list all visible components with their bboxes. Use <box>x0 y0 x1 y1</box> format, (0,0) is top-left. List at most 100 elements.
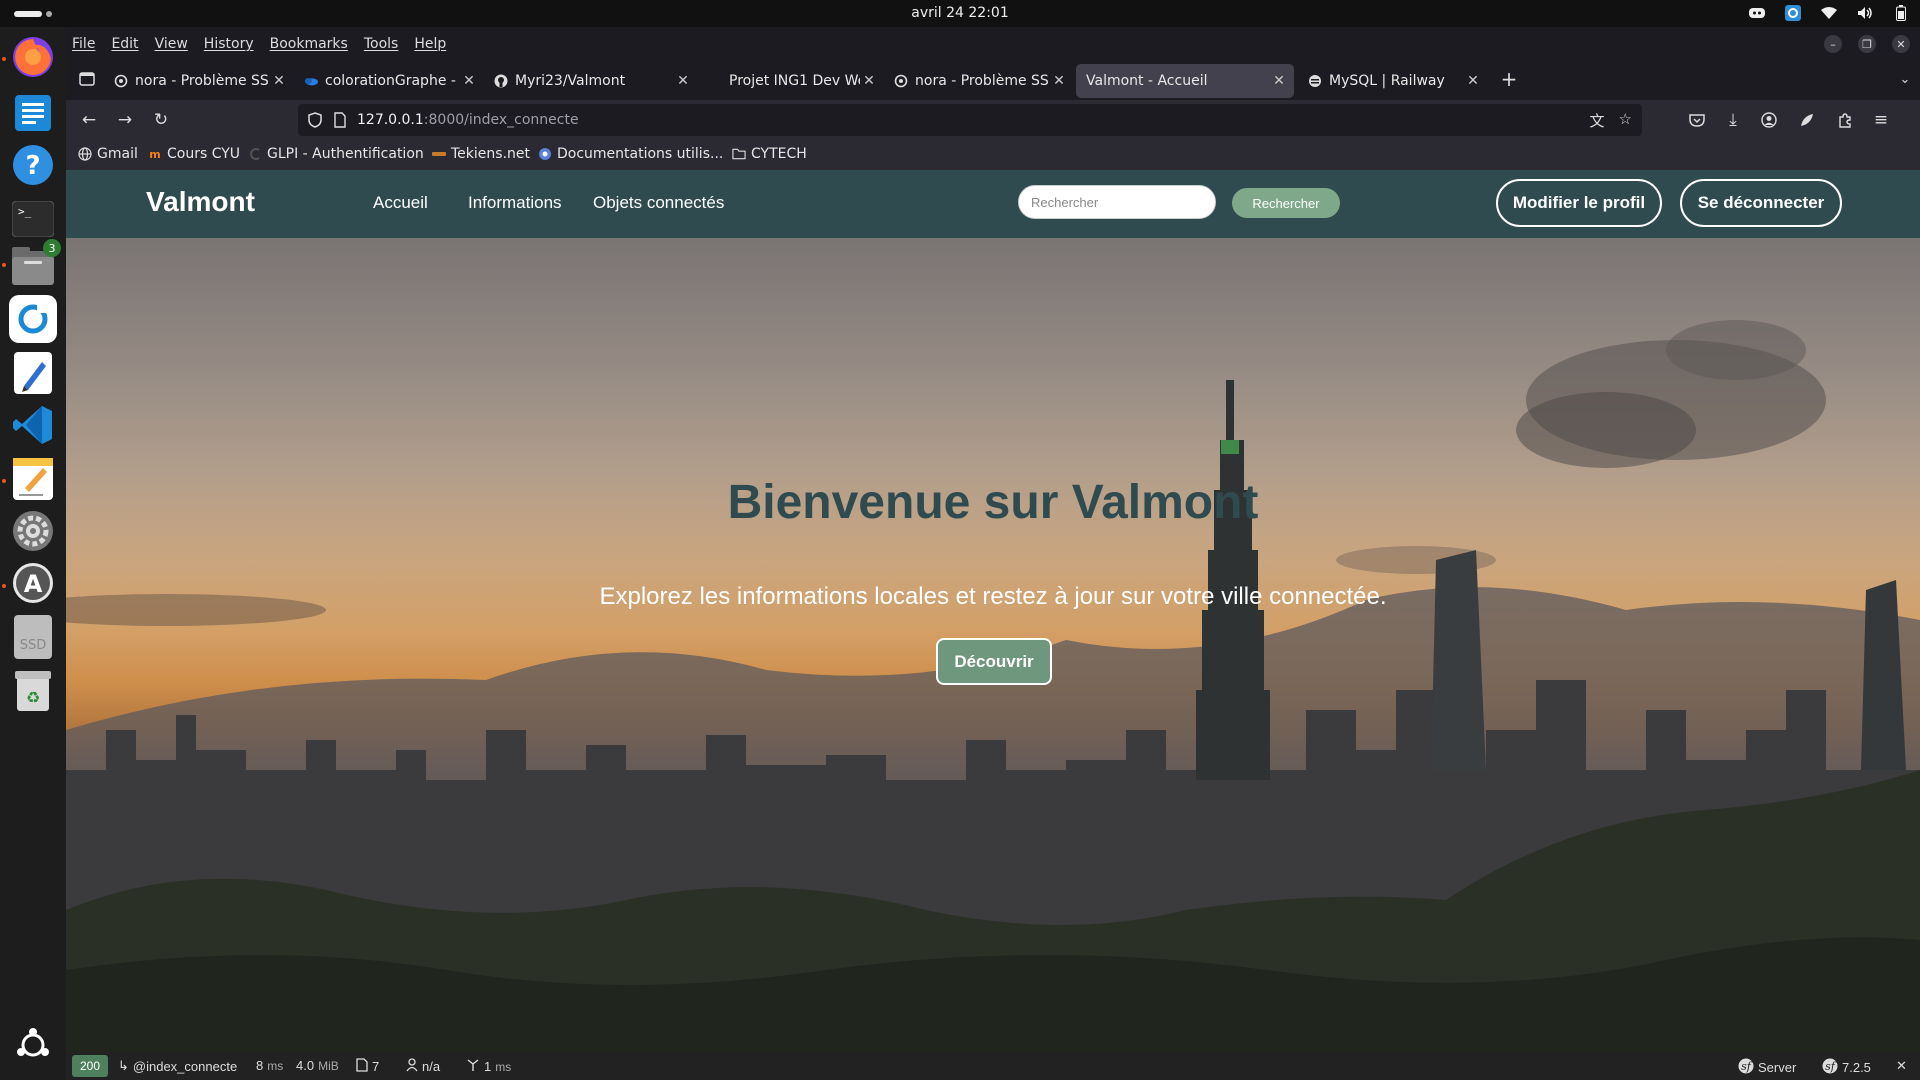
menu-bar: File Edit View History Bookmarks Tools H… <box>66 27 1920 60</box>
running-indicator <box>2 479 6 483</box>
translate-icon[interactable]: 文 <box>1590 110 1605 131</box>
menu-edit[interactable]: Edit <box>111 36 138 52</box>
system-tray[interactable] <box>1748 4 1910 22</box>
trash-icon[interactable]: ♻ <box>9 667 57 715</box>
site-navbar: Valmont Accueil Informations Objets conn… <box>66 170 1920 238</box>
pocket-icon[interactable] <box>1686 109 1708 131</box>
terminal-icon[interactable]: >_ <box>9 195 57 243</box>
sync-tray-icon[interactable] <box>1784 4 1802 22</box>
tab[interactable]: Projet ING1 Dev Web_v4. ✕ <box>698 64 884 98</box>
bookmark-cytech-folder[interactable]: CYTECH <box>732 146 807 162</box>
url-bar[interactable]: 127.0.0.1:8000/index_connecte 文 ☆ <box>298 104 1642 136</box>
app-menu-icon[interactable]: ≡ <box>1870 109 1892 131</box>
help-icon[interactable]: ? <box>9 141 57 189</box>
url-text[interactable]: 127.0.0.1:8000/index_connecte <box>357 112 579 128</box>
tab-active[interactable]: Valmont - Accueil ✕ <box>1076 64 1294 98</box>
bookmark-tekiens[interactable]: Tekiens.net <box>432 146 530 162</box>
firefox-icon[interactable] <box>9 33 57 81</box>
menu-file[interactable]: File <box>72 36 95 52</box>
nav-link-informations[interactable]: Informations <box>468 193 562 213</box>
hero-title: Bienvenue sur Valmont <box>727 476 1259 529</box>
menu-view[interactable]: View <box>155 36 188 52</box>
notes-icon[interactable] <box>9 455 57 503</box>
site-brand[interactable]: Valmont <box>146 186 255 218</box>
discord-icon[interactable] <box>1748 4 1766 22</box>
close-tab-icon[interactable]: ✕ <box>674 73 692 89</box>
page-info-icon[interactable] <box>334 112 346 132</box>
close-tab-icon[interactable]: ✕ <box>1464 73 1482 89</box>
ssd-icon[interactable]: SSD <box>9 613 57 661</box>
bookmark-cours-cyu[interactable]: m Cours CYU <box>148 146 240 162</box>
moodle-icon: m <box>149 147 161 161</box>
downloads-icon[interactable]: ⤓ <box>1722 109 1744 131</box>
search-button[interactable]: Rechercher <box>1232 188 1340 218</box>
forms-panel[interactable]: 7 <box>356 1058 379 1075</box>
security-panel[interactable]: n/a <box>406 1058 440 1075</box>
search-input[interactable] <box>1018 185 1216 219</box>
logout-button[interactable]: Se déconnecter <box>1680 179 1842 227</box>
account-icon[interactable] <box>1758 109 1780 131</box>
close-tab-icon[interactable]: ✕ <box>270 73 288 89</box>
bookmark-documentations[interactable]: Documentations utilis... <box>538 146 723 162</box>
svg-text:>_: >_ <box>18 205 32 218</box>
menu-bookmarks[interactable]: Bookmarks <box>270 36 348 52</box>
battery-icon[interactable] <box>1892 4 1910 22</box>
route-panel[interactable]: ↳ @index_connecte <box>118 1058 237 1074</box>
close-tab-icon[interactable]: ✕ <box>860 73 878 89</box>
bookmark-glpi[interactable]: GLPI - Authentification <box>248 146 424 162</box>
settings-icon[interactable] <box>9 507 57 555</box>
nav-link-objets-connectes[interactable]: Objets connectés <box>593 193 724 213</box>
bookmark-gmail[interactable]: Gmail <box>78 146 138 162</box>
tab[interactable]: nora - Problème SSL Symf ✕ <box>884 64 1074 98</box>
time-panel[interactable]: 8 ms <box>256 1058 283 1073</box>
close-tab-icon[interactable]: ✕ <box>1270 73 1288 89</box>
tab-overview-icon[interactable] <box>76 68 98 90</box>
menu-tools[interactable]: Tools <box>364 36 399 52</box>
wifi-icon[interactable] <box>1820 4 1838 22</box>
close-toolbar-icon[interactable]: ✕ <box>1896 1058 1907 1074</box>
app-center-icon[interactable]: A <box>9 559 57 607</box>
menu-history[interactable]: History <box>204 36 254 52</box>
twig-panel[interactable]: 1 ms <box>466 1058 511 1075</box>
bookmarks-toolbar: Gmail m Cours CYU GLPI - Authentificatio… <box>66 140 1920 170</box>
vscode-icon[interactable] <box>9 401 57 449</box>
doc-icon <box>708 74 722 88</box>
memory-panel[interactable]: 4.0 MiB <box>296 1058 339 1073</box>
close-window-icon[interactable]: ✕ <box>1892 35 1910 53</box>
writer-icon[interactable] <box>9 89 57 137</box>
new-tab-icon[interactable]: + <box>1498 67 1520 91</box>
symfony-profiler-toolbar: 200 ↳ @index_connecte 8 ms 4.0 MiB 7 n/a… <box>66 1052 1920 1080</box>
nav-link-accueil[interactable]: Accueil <box>373 193 428 213</box>
close-tab-icon[interactable]: ✕ <box>1050 73 1068 89</box>
tab[interactable]: MySQL | Railway ✕ <box>1298 64 1488 98</box>
symfony-version-panel[interactable]: sf 7.2.5 <box>1822 1058 1871 1077</box>
volume-icon[interactable] <box>1856 4 1874 22</box>
openai-icon <box>894 74 908 88</box>
tracking-shield-icon[interactable] <box>308 112 322 132</box>
tab[interactable]: Myri23/Valmont ✕ <box>484 64 698 98</box>
discover-button[interactable]: Découvrir <box>936 638 1052 685</box>
server-panel[interactable]: sf Server <box>1738 1058 1796 1077</box>
forward-icon[interactable]: → <box>114 109 136 131</box>
files-icon[interactable]: 3 <box>9 239 61 291</box>
tab[interactable]: colorationGraphe - OneDr ✕ <box>294 64 484 98</box>
minimize-icon[interactable]: – <box>1824 35 1842 53</box>
reload-icon[interactable]: ↻ <box>150 109 172 131</box>
extensions-puzzle-icon[interactable] <box>1834 109 1856 131</box>
text-editor-icon[interactable] <box>9 349 57 397</box>
edit-profile-button[interactable]: Modifier le profil <box>1496 179 1662 227</box>
status-code-badge[interactable]: 200 <box>72 1055 108 1077</box>
menu-help[interactable]: Help <box>414 36 446 52</box>
bookmark-star-icon[interactable]: ☆ <box>1619 110 1632 131</box>
list-tabs-icon[interactable]: ⌄ <box>1894 68 1916 90</box>
system-clock[interactable]: avril 24 22:01 <box>0 5 1920 21</box>
maximize-icon[interactable]: ❐ <box>1858 35 1876 53</box>
tab[interactable]: nora - Problème SSL Symf ✕ <box>104 64 294 98</box>
openai-icon <box>114 74 128 88</box>
close-tab-icon[interactable]: ✕ <box>460 73 478 89</box>
sync-icon[interactable] <box>9 295 57 343</box>
running-indicator <box>2 263 6 267</box>
show-apps-icon[interactable] <box>9 1021 57 1069</box>
back-icon[interactable]: ← <box>78 109 100 131</box>
extension-icon[interactable] <box>1796 109 1818 131</box>
